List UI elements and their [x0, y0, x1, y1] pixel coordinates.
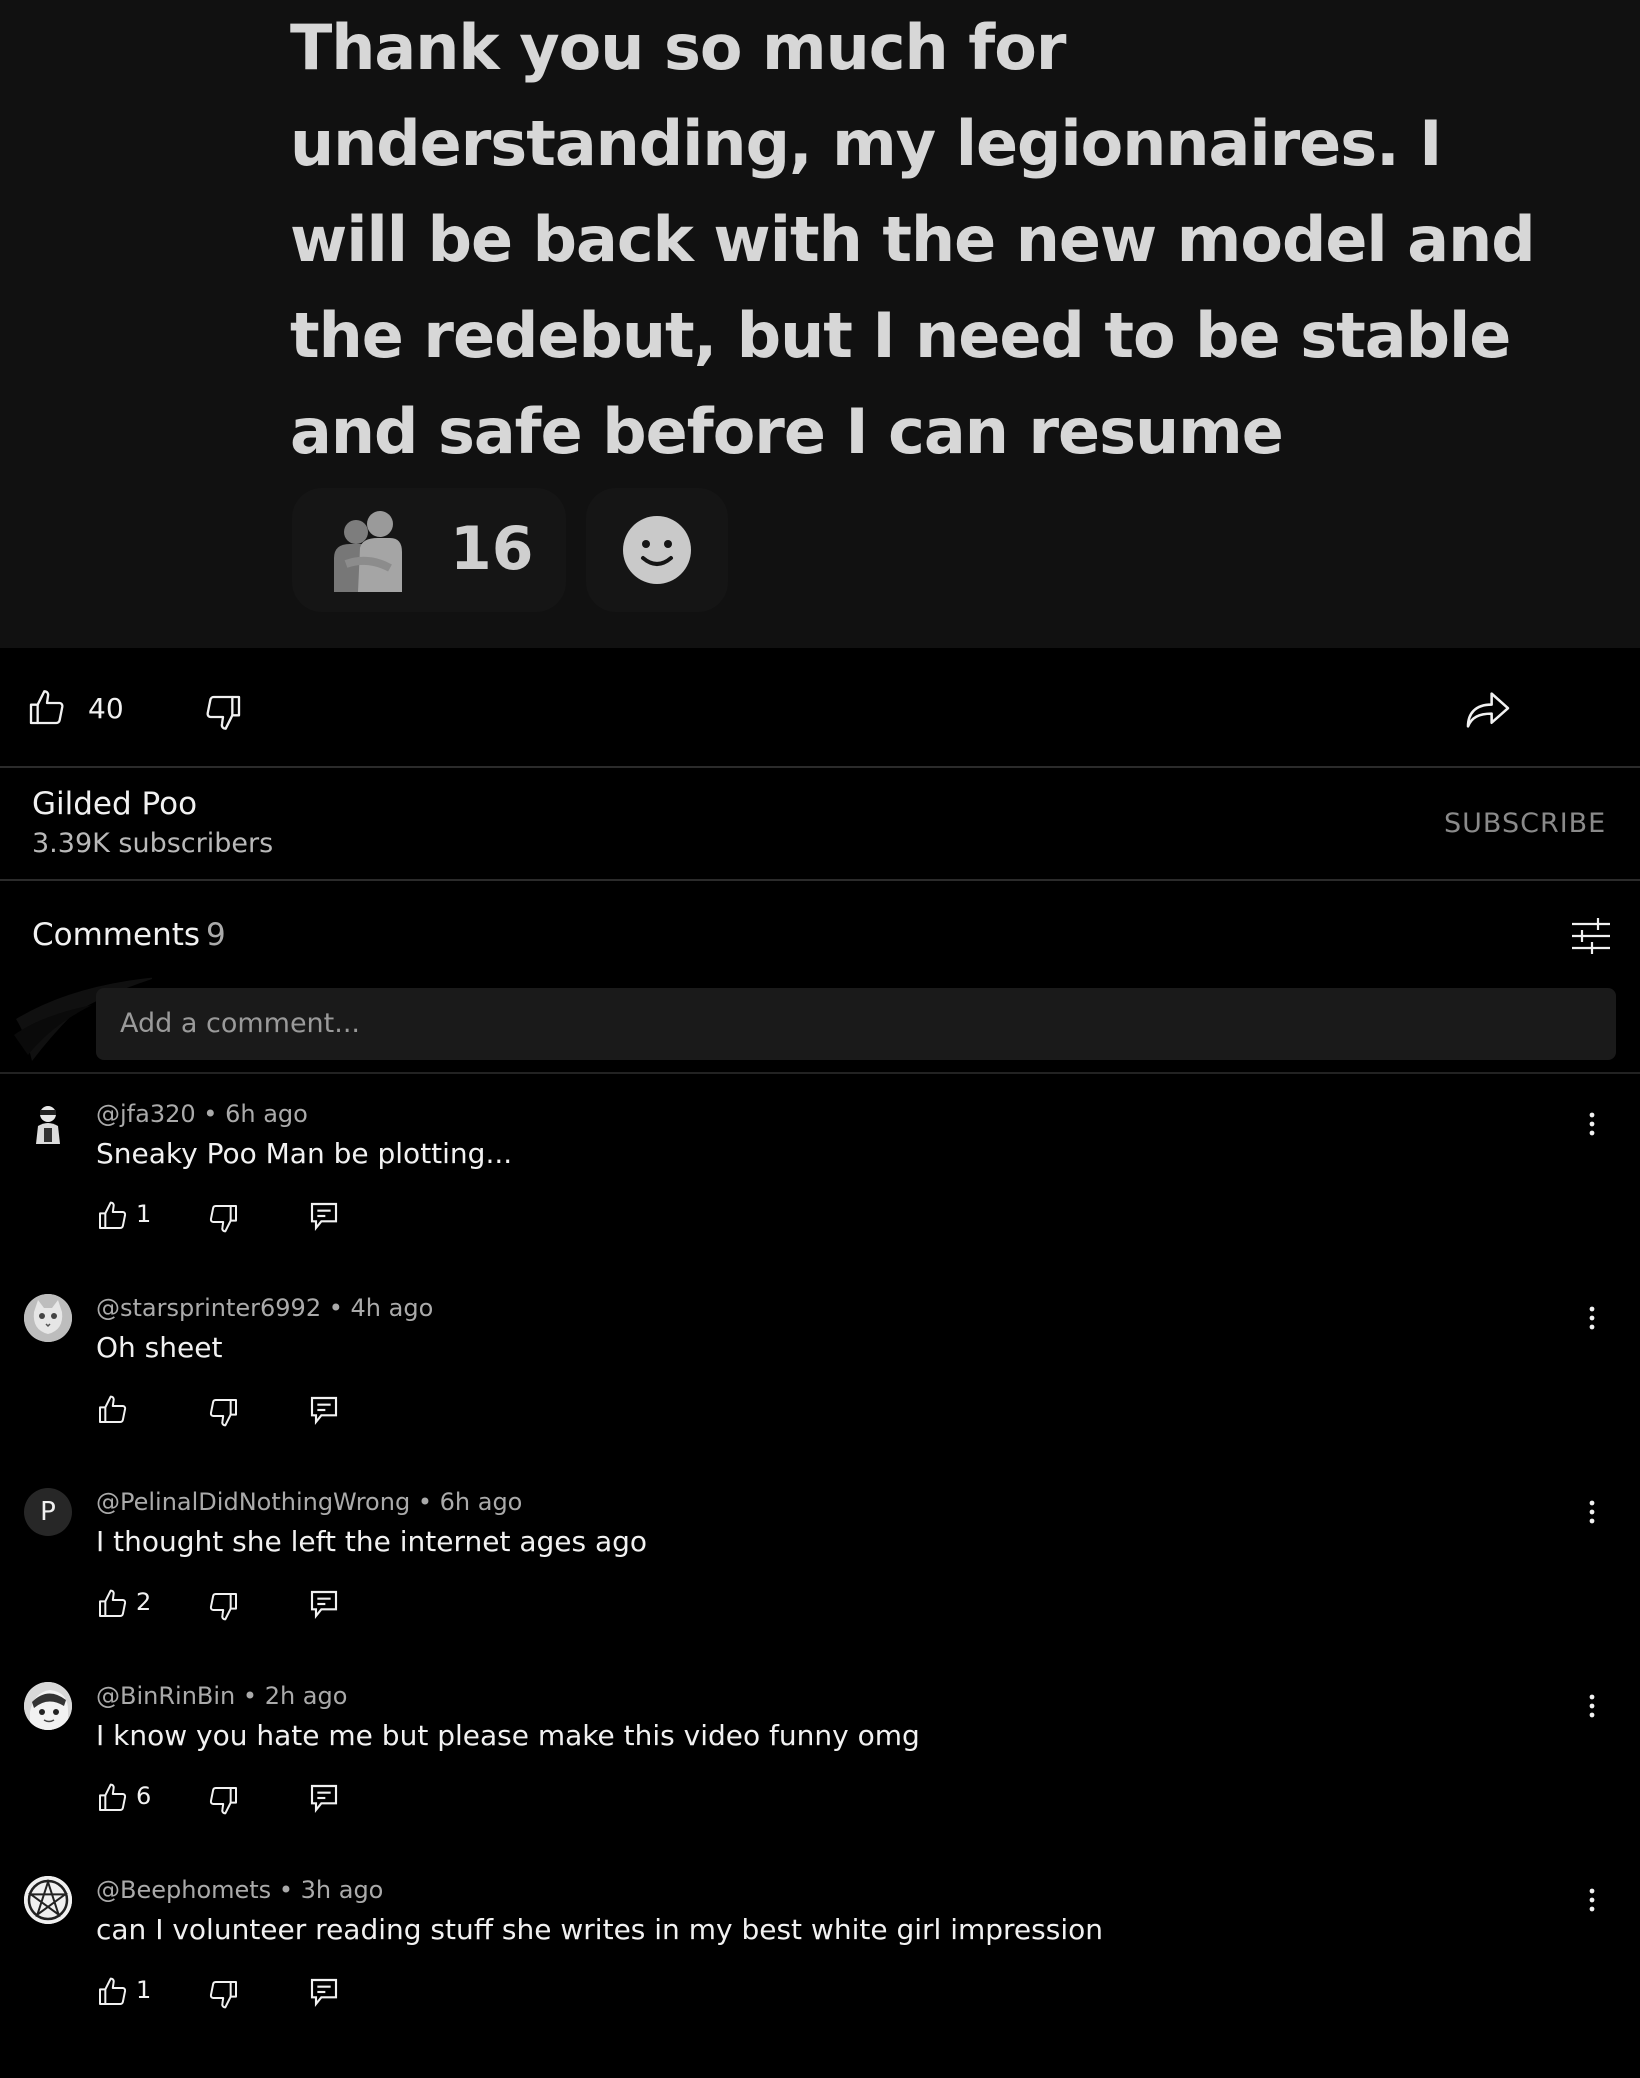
channel-name[interactable]: Gilded Poo [32, 786, 197, 822]
comment-like-count: 6 [136, 1782, 152, 1810]
divider [0, 766, 1640, 768]
meta-separator: • [417, 1488, 440, 1516]
comment-time: 2h ago [264, 1682, 348, 1710]
comment-author[interactable]: @jfa320 [96, 1100, 196, 1128]
comments-title: Comments [32, 917, 201, 953]
figure-avatar[interactable] [24, 1100, 72, 1148]
reply-icon[interactable] [308, 1588, 340, 1620]
thumbs-down-icon[interactable] [208, 1784, 240, 1816]
thumbs-down-icon[interactable] [208, 1202, 240, 1234]
comment-text: Sneaky Poo Man be plotting... [96, 1137, 513, 1170]
more-options-icon[interactable] [1578, 1692, 1606, 1720]
comment-like-count: 2 [136, 1588, 152, 1616]
comment-text: Oh sheet [96, 1331, 223, 1364]
comments-count: 9 [206, 917, 226, 953]
meta-separator: • [203, 1100, 226, 1128]
reply-icon[interactable] [308, 1976, 340, 2008]
character-avatar-image [24, 1682, 72, 1730]
share-icon[interactable] [1466, 690, 1510, 730]
reply-icon[interactable] [308, 1200, 340, 1232]
subscriber-count: 3.39K subscribers [32, 828, 274, 859]
comment-author[interactable]: @PelinalDidNothingWrong [96, 1488, 410, 1516]
comment-text: can I volunteer reading stuff she writes… [96, 1913, 1103, 1946]
comment-author[interactable]: @BinRinBin [96, 1682, 235, 1710]
comment-item: @Beephomets • 3h ago can I volunteer rea… [0, 1876, 1640, 2070]
comment-like-count: 1 [136, 1200, 152, 1228]
thumbs-down-icon[interactable] [208, 1590, 240, 1622]
comment-like-count: 1 [136, 1976, 152, 2004]
more-options-icon[interactable] [1578, 1498, 1606, 1526]
thumbs-up-icon[interactable] [26, 688, 66, 728]
community-post-image: Thank you so much for understanding, my … [0, 0, 1640, 649]
comment-meta: @jfa320 • 6h ago [96, 1100, 308, 1128]
sort-filter-icon[interactable] [1570, 916, 1612, 956]
thumbs-down-icon[interactable] [208, 1396, 240, 1428]
thumbs-down-icon[interactable] [208, 1978, 240, 2010]
thumbs-down-icon[interactable] [204, 692, 244, 732]
reply-icon[interactable] [308, 1394, 340, 1426]
reply-icon[interactable] [308, 1782, 340, 1814]
comment-text: I know you hate me but please make this … [96, 1719, 920, 1752]
comment-meta: @starsprinter6992 • 4h ago [96, 1294, 433, 1322]
comment-meta: @Beephomets • 3h ago [96, 1876, 383, 1904]
character-avatar[interactable] [24, 1682, 72, 1730]
letter-avatar[interactable]: P [24, 1488, 72, 1536]
comment-meta: @BinRinBin • 2h ago [96, 1682, 347, 1710]
meta-separator: • [328, 1294, 351, 1322]
add-comment-input[interactable]: Add a comment... [96, 988, 1616, 1060]
post-action-bar: 40 [0, 648, 1640, 766]
hug-reaction-button: 16 [292, 488, 566, 612]
add-reaction-button [586, 488, 728, 612]
meta-separator: • [242, 1682, 265, 1710]
comment-time: 3h ago [300, 1876, 384, 1904]
pentagram-avatar[interactable] [24, 1876, 72, 1924]
like-count: 40 [88, 692, 124, 725]
thumbs-up-icon[interactable] [96, 1200, 128, 1232]
cat-avatar-image [24, 1294, 72, 1342]
comment-item: @starsprinter6992 • 4h ago Oh sheet [0, 1294, 1640, 1488]
divider [0, 879, 1640, 881]
cat-avatar[interactable] [24, 1294, 72, 1342]
divider [0, 1072, 1640, 1074]
thumbs-up-icon[interactable] [96, 1782, 128, 1814]
comment-time: 4h ago [350, 1294, 434, 1322]
more-options-icon[interactable] [1578, 1886, 1606, 1914]
comment-author[interactable]: @Beephomets [96, 1876, 271, 1904]
thumbs-up-icon[interactable] [96, 1976, 128, 2008]
figure-avatar-image [24, 1100, 72, 1148]
comment-item: @jfa320 • 6h ago Sneaky Poo Man be plott… [0, 1100, 1640, 1294]
thumbs-up-icon[interactable] [96, 1588, 128, 1620]
comment-time: 6h ago [439, 1488, 523, 1516]
more-options-icon[interactable] [1578, 1110, 1606, 1138]
subscribe-button[interactable]: SUBSCRIBE [1444, 808, 1606, 839]
more-options-icon[interactable] [1578, 1304, 1606, 1332]
pentagram-avatar-image [24, 1876, 72, 1924]
comment-item: @BinRinBin • 2h ago I know you hate me b… [0, 1682, 1640, 1876]
comment-meta: @PelinalDidNothingWrong • 6h ago [96, 1488, 522, 1516]
comment-time: 6h ago [225, 1100, 308, 1128]
thumbs-up-icon[interactable] [96, 1394, 128, 1426]
comment-text: I thought she left the internet ages ago [96, 1525, 648, 1558]
hug-reaction-count: 16 [450, 514, 534, 584]
hug-emoji-icon [334, 511, 402, 592]
meta-separator: • [278, 1876, 301, 1904]
smiley-icon [623, 516, 691, 584]
comment-item: P @PelinalDidNothingWrong • 6h ago I tho… [0, 1488, 1640, 1682]
comment-author[interactable]: @starsprinter6992 [96, 1294, 321, 1322]
